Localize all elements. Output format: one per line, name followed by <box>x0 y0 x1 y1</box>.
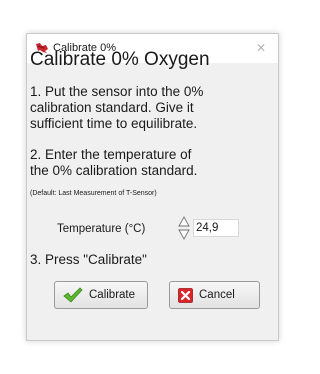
step1-line: calibration standard. Give it <box>30 100 194 115</box>
step1-line: sufficient time to equilibrate. <box>30 116 198 131</box>
spin-up-icon[interactable] <box>178 216 190 227</box>
calibrate-button[interactable]: Calibrate <box>54 281 148 309</box>
green-checkmark-icon <box>63 287 83 303</box>
step3-text: 3. Press "Calibrate" <box>30 252 147 267</box>
close-icon: ✕ <box>255 41 267 55</box>
temperature-input[interactable] <box>193 219 239 237</box>
step1-line: 1. Put the sensor into the 0% <box>30 84 204 99</box>
temperature-spinner[interactable] <box>176 215 192 241</box>
dialog-heading: Calibrate 0% Oxygen <box>30 49 210 70</box>
close-button[interactable]: ✕ <box>250 37 272 59</box>
default-note: (Default: Last Measurement of T-Sensor) <box>30 190 157 197</box>
cancel-button[interactable]: Cancel <box>169 281 260 309</box>
spin-down-icon[interactable] <box>178 229 190 240</box>
temperature-label: Temperature (°C) <box>57 223 146 235</box>
step2-line: 2. Enter the temperature of <box>30 147 192 162</box>
step1-text: 1. Put the sensor into the 0% calibratio… <box>30 84 203 132</box>
step2-text: 2. Enter the temperature of the 0% calib… <box>30 147 197 179</box>
calibrate-button-label: Calibrate <box>89 289 136 301</box>
cancel-button-label: Cancel <box>199 289 235 301</box>
step2-line: the 0% calibration standard. <box>30 163 198 178</box>
red-x-icon <box>178 287 193 303</box>
